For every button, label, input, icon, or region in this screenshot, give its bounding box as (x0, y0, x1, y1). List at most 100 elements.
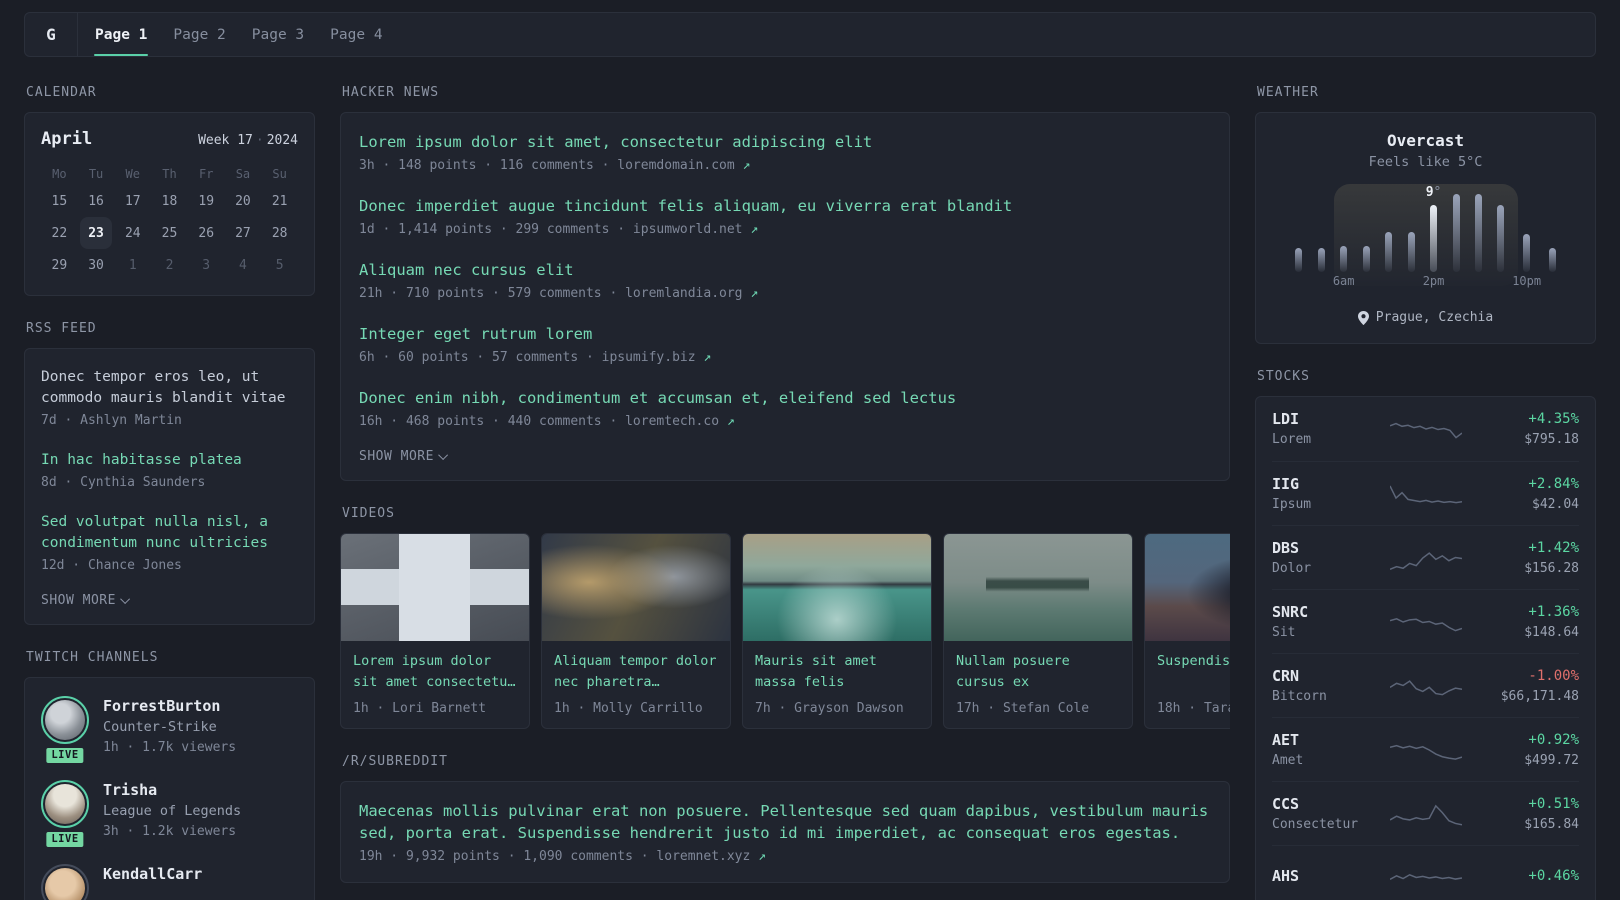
chevron-down-icon (120, 594, 130, 605)
calendar-header: April Week 17 · 2024 (41, 129, 298, 149)
stock-values: +4.35% $795.18 (1462, 410, 1579, 448)
weather-feels-like: Feels like 5°C (1368, 154, 1483, 170)
external-link-icon: ↗ (750, 286, 759, 301)
twitch-channel-row[interactable]: KendallCarr (41, 864, 298, 900)
stock-price: $156.28 (1524, 560, 1579, 576)
news-item: Aliquam nec cursus elit 21h · 710 points… (359, 259, 1211, 303)
video-title-link[interactable]: Lorem ipsum dolor sit amet consectetu… (353, 651, 517, 693)
news-title-link[interactable]: Donec enim nibh, condimentum et accumsan… (359, 387, 1211, 409)
stock-id: SNRC Sit (1272, 603, 1390, 641)
calendar-month: April (41, 129, 93, 149)
twitch-channel-row[interactable]: LIVE ForrestBurton Counter-Strike 1h · 1… (41, 696, 298, 765)
rss-item-link[interactable]: Donec tempor eros leo, ut commodo mauris… (41, 367, 298, 409)
temperature-label: 9° (1426, 185, 1442, 200)
tab-page-3[interactable]: Page 3 (239, 13, 317, 56)
video-card[interactable]: Nullam posuere cursus ex 17h · Stefan Co… (943, 533, 1133, 729)
stock-id: IIG Ipsum (1272, 475, 1390, 513)
calendar-day: 18 (161, 193, 178, 209)
app-logo[interactable]: G (25, 13, 78, 56)
temp-bar (1523, 234, 1531, 272)
rss-card: Donec tempor eros leo, ut commodo mauris… (24, 348, 315, 625)
stock-change: +1.36% (1528, 603, 1579, 620)
rss-item: Sed volutpat nulla nisl, a condimentum n… (41, 512, 298, 575)
stock-name: Bitcorn (1272, 688, 1327, 704)
sparkline-chart (1390, 479, 1462, 509)
video-row: Lorem ipsum dolor sit amet consectetu… 1… (340, 533, 1230, 729)
hackernews-card: Lorem ipsum dolor sit amet, consectetur … (340, 112, 1230, 481)
video-title-link[interactable]: Aliquam tempor dolor nec pharetra… (554, 651, 718, 693)
avatar (41, 780, 89, 828)
news-item: Donec imperdiet augue tincidunt felis al… (359, 195, 1211, 239)
news-title-link[interactable]: Lorem ipsum dolor sit amet, consectetur … (359, 131, 1211, 153)
rss-show-more-button[interactable]: SHOW MORE (41, 593, 130, 608)
rss-item-meta: 8d · Cynthia Saunders (41, 475, 206, 490)
reddit-post-title-link[interactable]: Maecenas mollis pulvinar erat non posuer… (359, 800, 1211, 844)
stock-row: CCS Consectetur +0.51% $165.84 (1272, 781, 1579, 845)
temp-bar (1430, 205, 1438, 272)
weekday-label: Mo (52, 167, 67, 181)
temp-bar (1295, 248, 1303, 272)
temp-bar-slot: · (1467, 194, 1489, 292)
news-meta: 21h · 710 points · 579 comments · loreml… (359, 284, 1211, 303)
video-body: Aliquam tempor dolor nec pharetra… 1h · … (542, 641, 730, 728)
video-title-link[interactable]: Suspendisse diam (1157, 651, 1230, 693)
video-thumbnail (944, 534, 1132, 641)
news-title-link[interactable]: Aliquam nec cursus elit (359, 259, 1211, 281)
stock-row: AET Amet +0.92% $499.72 (1272, 717, 1579, 781)
video-thumbnail (743, 534, 931, 641)
twitch-channel-row[interactable]: LIVE Trisha League of Legends 3h · 1.2k … (41, 780, 298, 849)
weekday-label: Su (272, 167, 287, 181)
hour-label: 10pm (1512, 274, 1542, 288)
calendar-day: 26 (198, 225, 215, 241)
video-meta: 1h · Lori Barnett (353, 701, 487, 716)
tab-page-2[interactable]: Page 2 (160, 13, 238, 56)
tab-page-1[interactable]: Page 1 (82, 13, 160, 56)
calendar-day: 23 (80, 217, 113, 249)
stock-row: IIG Ipsum +2.84% $42.04 (1272, 461, 1579, 525)
stock-row: SNRC Sit +1.36% $148.64 (1272, 589, 1579, 653)
calendar-day: 2 (165, 257, 174, 273)
avatar (41, 864, 89, 900)
calendar-day: 19 (198, 193, 215, 209)
stock-row: AHS +0.46% (1272, 845, 1579, 900)
rss-item-meta: 7d · Ashlyn Martin (41, 413, 182, 428)
news-item: Donec enim nibh, condimentum et accumsan… (359, 387, 1211, 431)
stock-name: Consectetur (1272, 816, 1359, 832)
rss-item: Donec tempor eros leo, ut commodo mauris… (41, 367, 298, 430)
sparkline-chart (1390, 543, 1462, 573)
stock-change: -1.00% (1528, 667, 1579, 684)
video-title-link[interactable]: Mauris sit amet massa felis (755, 651, 919, 693)
news-item: Integer eget rutrum lorem 6h · 60 points… (359, 323, 1211, 367)
tab-page-4[interactable]: Page 4 (317, 13, 395, 56)
calendar-week-year: Week 17 · 2024 (198, 133, 298, 148)
calendar-day: 25 (161, 225, 178, 241)
rss-item-link[interactable]: Sed volutpat nulla nisl, a condimentum n… (41, 512, 298, 554)
stock-row: LDI Lorem +4.35% $795.18 (1272, 397, 1579, 461)
weekday-label: Sa (235, 167, 251, 181)
video-body: Suspendisse diam 18h · Tara (1145, 641, 1230, 728)
video-card[interactable]: Mauris sit amet massa felis 7h · Grayson… (742, 533, 932, 729)
calendar-day: 30 (88, 257, 104, 273)
video-thumbnail (1145, 534, 1230, 641)
stock-change: +2.84% (1528, 475, 1579, 492)
news-meta-text: 21h · 710 points · 579 comments · loreml… (359, 286, 743, 301)
news-title-link[interactable]: Integer eget rutrum lorem (359, 323, 1211, 345)
stock-name: Amet (1272, 752, 1304, 768)
video-title-link[interactable]: Nullam posuere cursus ex (956, 651, 1120, 693)
calendar-card: April Week 17 · 2024 Mo Tu We Th Fr Sa Su (24, 112, 315, 296)
video-card[interactable]: Suspendisse diam 18h · Tara (1144, 533, 1230, 729)
news-title-link[interactable]: Donec imperdiet augue tincidunt felis al… (359, 195, 1211, 217)
hour-label: 2pm (1422, 274, 1445, 288)
video-card[interactable]: Lorem ipsum dolor sit amet consectetu… 1… (340, 533, 530, 729)
external-link-icon: ↗ (703, 350, 712, 365)
stock-change: +1.42% (1528, 539, 1579, 556)
stock-name: Sit (1272, 624, 1296, 640)
hackernews-show-more-button[interactable]: SHOW MORE (359, 449, 448, 464)
avatar-wrap: LIVE (41, 780, 89, 849)
channel-game: Counter-Strike (103, 719, 217, 735)
rss-section-title: RSS FEED (26, 321, 97, 336)
twitch-section-title: TWITCH CHANNELS (26, 650, 159, 665)
rss-item-link[interactable]: In hac habitasse platea (41, 450, 298, 471)
video-card[interactable]: Aliquam tempor dolor nec pharetra… 1h · … (541, 533, 731, 729)
calendar-day: 17 (124, 193, 141, 209)
